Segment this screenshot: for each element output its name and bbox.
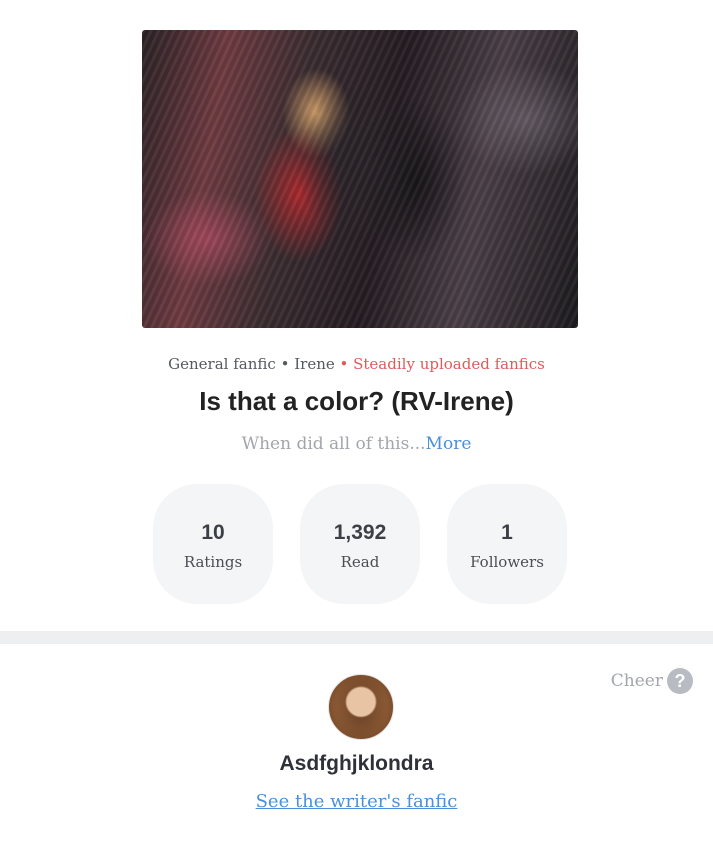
stat-followers-label: Followers (470, 553, 544, 571)
see-writer-fanfic-link[interactable]: See the writer's fanfic (0, 791, 713, 812)
character-label: Irene (294, 355, 335, 373)
cheer-button[interactable]: Cheer ? (611, 668, 693, 694)
cover-image (142, 30, 578, 328)
cheer-label: Cheer (610, 671, 663, 691)
genre-label: General fanfic (168, 355, 276, 373)
author-name: Asdfghjklondra (279, 752, 434, 775)
story-title: Is that a color? (RV-Irene) (199, 386, 514, 416)
story-meta: General fanfic • Irene • Steadily upload… (0, 355, 713, 373)
description-text: When did all of this... (241, 434, 426, 454)
stat-read-value: 1,392 (333, 521, 387, 544)
stat-ratings: 10 Ratings (153, 484, 273, 604)
stat-read: 1,392 Read (300, 484, 420, 604)
author-avatar[interactable] (328, 674, 394, 740)
stat-ratings-value: 10 (201, 521, 225, 544)
meta-separator: • (280, 355, 290, 373)
stat-ratings-label: Ratings (183, 553, 243, 571)
stat-read-label: Read (340, 553, 380, 571)
story-description: When did all of this...More (0, 434, 713, 454)
status-label: • Steadily uploaded fanfics (339, 355, 545, 373)
stat-followers-value: 1 (501, 521, 513, 544)
section-divider (0, 631, 713, 644)
more-link[interactable]: More (426, 434, 472, 454)
help-icon[interactable]: ? (667, 668, 693, 694)
stat-followers: 1 Followers (447, 484, 567, 604)
